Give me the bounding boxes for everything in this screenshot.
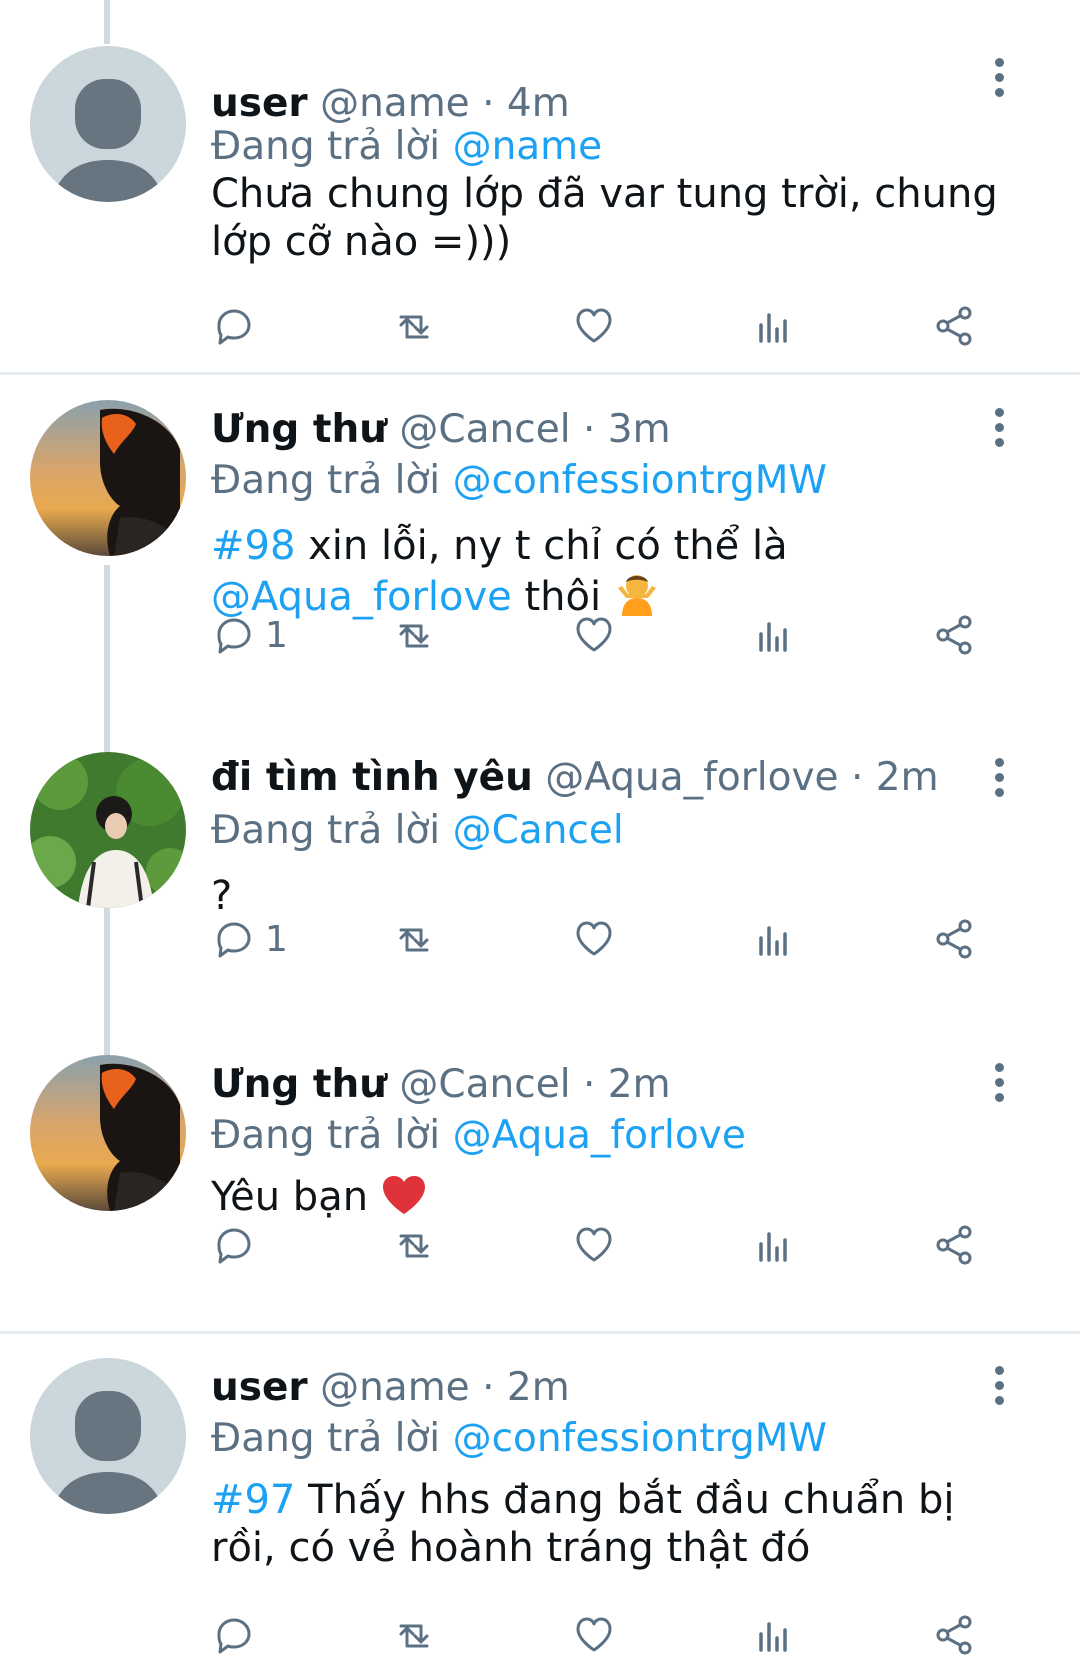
- tweet-header: đi tìm tình yêu @Aqua_forlove · 2m: [211, 750, 939, 806]
- tweet-actions: [211, 1610, 1011, 1660]
- reply-mention[interactable]: @name: [453, 124, 603, 169]
- like-button[interactable]: [571, 914, 617, 964]
- tweet-actions: 1: [211, 914, 1011, 964]
- analytics-button[interactable]: [751, 301, 797, 351]
- share-button[interactable]: [931, 610, 977, 660]
- like-button[interactable]: [571, 1610, 617, 1660]
- like-button[interactable]: [571, 1220, 617, 1270]
- share-button[interactable]: [931, 914, 977, 964]
- reply-button[interactable]: [211, 1610, 265, 1660]
- user-handle[interactable]: @Cancel: [399, 1062, 570, 1107]
- divider: [0, 1331, 1080, 1334]
- analytics-button[interactable]: [751, 1610, 797, 1660]
- like-button[interactable]: [571, 610, 617, 660]
- thread-line-top: [104, 0, 110, 44]
- tweet-text-part: Thấy hhs đang bắt đầu chuẩn bị rồi, có v…: [211, 1477, 955, 1571]
- reply-prefix: Đang trả lời: [211, 1113, 441, 1158]
- timestamp[interactable]: 4m: [507, 81, 570, 126]
- tweet-actions: [211, 301, 1011, 351]
- timestamp[interactable]: 2m: [876, 755, 939, 800]
- separator-dot: ·: [482, 1365, 495, 1410]
- replying-to: Đang trả lời @name: [211, 121, 602, 173]
- tweet-text: Yêu bạn: [211, 1173, 1011, 1227]
- separator-dot: ·: [582, 407, 596, 452]
- replying-to: Đang trả lời @confessiontrgMW: [211, 455, 827, 507]
- display-name[interactable]: Ưng thư: [211, 1062, 387, 1107]
- sunset-portrait-avatar[interactable]: [30, 1055, 186, 1211]
- tweet-text: #97 Thấy hhs đang bắt đầu chuẩn bị rồi, …: [211, 1476, 1011, 1572]
- sunset-portrait-avatar[interactable]: [30, 400, 186, 556]
- reply-prefix: Đang trả lời: [211, 458, 441, 503]
- tweet-text-part: xin lỗi, ny t chỉ có thể là: [295, 523, 788, 569]
- separator-dot: ·: [482, 81, 495, 126]
- share-button[interactable]: [931, 1610, 977, 1660]
- tweet-actions: [211, 1220, 1011, 1270]
- replying-to: Đang trả lời @Aqua_forlove: [211, 1110, 746, 1162]
- user-handle[interactable]: @Aqua_forlove: [545, 755, 838, 800]
- tweet-header: Ưng thư @Cancel · 3m: [211, 402, 671, 458]
- replying-to: Đang trả lời @Cancel: [211, 805, 624, 857]
- separator-dot: ·: [582, 1062, 596, 1107]
- reply-button[interactable]: [211, 301, 265, 351]
- user-handle[interactable]: @name: [320, 1365, 470, 1410]
- replying-to: Đang trả lời @confessiontrgMW: [211, 1413, 827, 1465]
- more-options-icon[interactable]: [984, 1063, 1014, 1103]
- retweet-button[interactable]: [391, 1610, 437, 1660]
- display-name[interactable]: user: [211, 1365, 308, 1410]
- tweet-text: Chưa chung lớp đã var tung trời, chung l…: [211, 171, 998, 265]
- user-handle[interactable]: @name: [320, 81, 470, 126]
- tweet-header: user @name · 2m: [211, 1360, 570, 1416]
- tweet-text-part: Yêu bạn: [211, 1174, 369, 1220]
- reply-button[interactable]: [211, 1220, 265, 1270]
- tweet-4[interactable]: Ưng thư @Cancel · 2m Đang trả lời @Aqua_…: [0, 1055, 1080, 1325]
- separator-dot: ·: [850, 755, 864, 800]
- reply-mention[interactable]: @Cancel: [453, 808, 624, 853]
- tweet-3[interactable]: đi tìm tình yêu @Aqua_forlove · 2m Đang …: [0, 750, 1080, 1040]
- more-options-icon[interactable]: [984, 408, 1014, 448]
- analytics-button[interactable]: [751, 1220, 797, 1270]
- timestamp[interactable]: 2m: [507, 1365, 570, 1410]
- hashtag-link[interactable]: #97: [211, 1477, 295, 1523]
- more-options-icon[interactable]: [984, 758, 1014, 798]
- retweet-button[interactable]: [391, 610, 437, 660]
- retweet-button[interactable]: [391, 301, 437, 351]
- reply-count: 1: [265, 918, 288, 960]
- reply-button[interactable]: 1: [211, 914, 288, 964]
- reply-prefix: Đang trả lời: [211, 1416, 441, 1461]
- timestamp[interactable]: 2m: [608, 1062, 671, 1107]
- default-avatar-icon[interactable]: [30, 46, 186, 202]
- divider: [0, 372, 1080, 375]
- reply-button[interactable]: 1: [211, 610, 288, 660]
- tweet-actions: 1: [211, 610, 1011, 660]
- more-options-icon[interactable]: [984, 58, 1014, 98]
- retweet-button[interactable]: [391, 1220, 437, 1270]
- analytics-button[interactable]: [751, 914, 797, 964]
- reply-count: 1: [265, 614, 288, 656]
- reply-mention[interactable]: @confessiontrgMW: [453, 458, 827, 503]
- reply-mention[interactable]: @Aqua_forlove: [453, 1113, 746, 1158]
- tweet-2[interactable]: Ưng thư @Cancel · 3m Đang trả lời @confe…: [0, 400, 1080, 710]
- user-handle[interactable]: @Cancel: [399, 407, 570, 452]
- tweet-1[interactable]: user @name · 4m Đang trả lời @name Chưa …: [0, 46, 1080, 366]
- share-button[interactable]: [931, 1220, 977, 1270]
- tweet-5[interactable]: user @name · 2m Đang trả lời @confession…: [0, 1358, 1080, 1676]
- reply-prefix: Đang trả lời: [211, 124, 441, 169]
- tweet-header: Ưng thư @Cancel · 2m: [211, 1057, 671, 1113]
- analytics-button[interactable]: [751, 610, 797, 660]
- hashtag-link[interactable]: #98: [211, 523, 295, 569]
- display-name[interactable]: Ưng thư: [211, 407, 387, 452]
- tweet-text: ?: [211, 873, 233, 919]
- green-leaves-portrait-avatar[interactable]: [30, 752, 186, 908]
- more-options-icon[interactable]: [984, 1366, 1014, 1406]
- share-button[interactable]: [931, 301, 977, 351]
- reply-mention[interactable]: @confessiontrgMW: [453, 1416, 827, 1461]
- default-avatar-icon[interactable]: [30, 1358, 186, 1514]
- reply-prefix: Đang trả lời: [211, 808, 441, 853]
- display-name[interactable]: đi tìm tình yêu: [211, 755, 533, 800]
- like-button[interactable]: [571, 301, 617, 351]
- retweet-button[interactable]: [391, 914, 437, 964]
- display-name[interactable]: user: [211, 81, 308, 126]
- timestamp[interactable]: 3m: [608, 407, 671, 452]
